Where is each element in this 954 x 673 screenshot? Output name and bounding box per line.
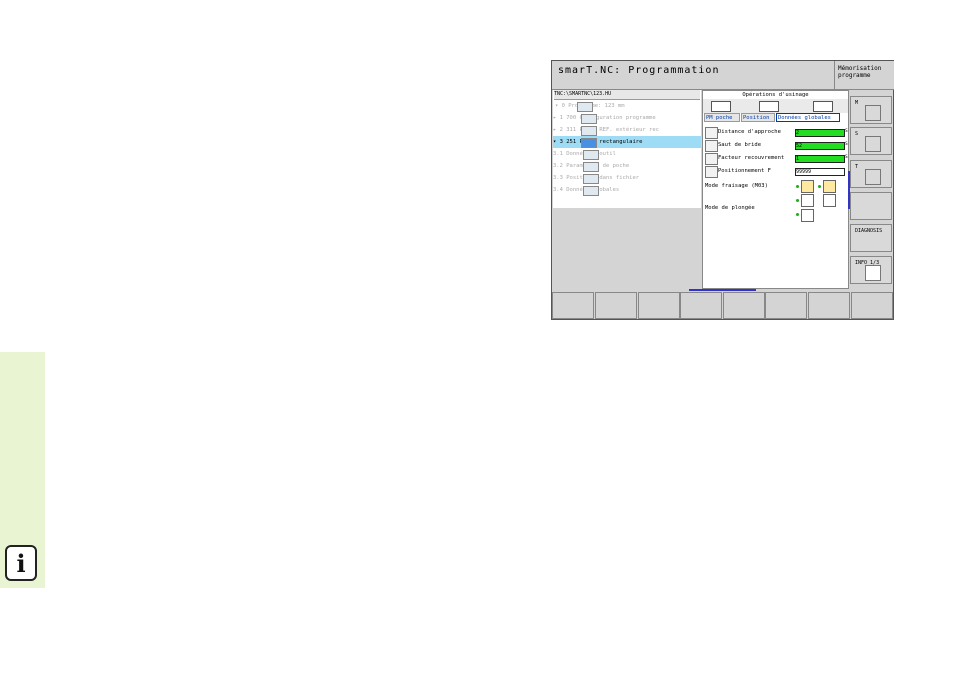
pocket-icon <box>581 138 597 148</box>
climb-radio[interactable] <box>796 185 799 188</box>
tree-row[interactable]: 3.4 Données globales <box>553 184 701 196</box>
softkey-m[interactable]: M <box>850 96 892 124</box>
tree-row[interactable]: ▸ 2 311 PT DE REF. extérieur rec <box>553 124 701 136</box>
tool-icon <box>583 150 599 160</box>
softkey-h8[interactable] <box>851 292 893 319</box>
positionnement-input[interactable]: 99999 <box>795 168 845 176</box>
tree-row[interactable]: ▸ 1 700 Configuration programme <box>553 112 701 124</box>
tnc-screen: smarT.NC: Programmation Mémorisation pro… <box>551 60 894 320</box>
operations-bar <box>703 99 848 113</box>
facteur-recouvrement-input[interactable]: 1 <box>795 155 845 163</box>
save-program-label: Mémorisation programme <box>838 65 882 79</box>
horizontal-scroll-indicator <box>689 289 756 291</box>
window-title: smarT.NC: Programmation <box>558 65 720 76</box>
positions-icon <box>583 174 599 184</box>
field-positionnement[interactable]: Positionnement F 99999 <box>703 165 848 178</box>
field-distance-approche[interactable]: Distance d'approche 2 S <box>703 126 848 139</box>
globe-icon <box>583 186 599 196</box>
pocket-params-icon <box>583 162 599 172</box>
operation-icon[interactable] <box>711 101 731 112</box>
softkey-info[interactable]: INFO 1/3 <box>850 256 892 284</box>
field-saut-bride[interactable]: Saut de bride 52 S <box>703 139 848 152</box>
field-facteur-recouvrement[interactable]: Facteur recouvrement 1 S <box>703 152 848 165</box>
overlap-icon <box>705 153 718 165</box>
softkey-h2[interactable] <box>595 292 637 319</box>
operation-icon[interactable] <box>813 101 833 112</box>
save-program-button[interactable]: Mémorisation programme <box>834 61 894 90</box>
spindle-speed-icon <box>865 136 881 152</box>
conventional-milling-icon[interactable] <box>823 180 836 193</box>
tool-call-icon <box>865 169 881 185</box>
probe-icon <box>581 126 597 136</box>
tree-row[interactable]: 3.1 Données d'outil <box>553 148 701 160</box>
softkey-h5[interactable] <box>723 292 765 319</box>
config-icon <box>581 114 597 124</box>
clearance-icon <box>705 140 718 152</box>
tree-row[interactable]: 3.2 Paramètres de poche <box>553 160 701 172</box>
program-icon <box>577 102 593 112</box>
spindle-icon <box>865 105 881 121</box>
diagnosis-icon <box>865 233 879 247</box>
mode-plongee-label: Mode de plongée <box>705 205 755 211</box>
feed-arrow-icon <box>705 166 718 178</box>
tab-position[interactable]: Position <box>741 113 775 122</box>
graphics-area <box>553 209 701 289</box>
distance-approche-input[interactable]: 2 <box>795 129 845 137</box>
info-icon-glyph: i <box>16 548 26 578</box>
form-tabs: PM poche Position Données globales <box>703 113 848 123</box>
softkey-s[interactable]: S <box>850 127 892 155</box>
vertical-plunge-icon[interactable] <box>801 209 814 222</box>
program-tree: TNC:\SMARTNC\123.HU ▾ 0 Programme: 123 m… <box>553 90 701 208</box>
operation-icon[interactable] <box>759 101 779 112</box>
vertical-radio[interactable] <box>796 213 799 216</box>
form-header: Opérations d'usinage <box>742 92 809 98</box>
climb-milling-icon[interactable] <box>801 180 814 193</box>
saut-bride-input[interactable]: 52 <box>795 142 845 150</box>
approach-icon <box>705 127 718 139</box>
softkey-t[interactable]: T <box>850 160 892 188</box>
info-sheet-icon <box>865 265 881 281</box>
info-icon: i <box>5 545 37 581</box>
softkey-h7[interactable] <box>808 292 850 319</box>
tree-row[interactable]: 3.3 Positions dans fichier <box>553 172 701 184</box>
tab-pm-poche[interactable]: PM poche <box>704 113 740 122</box>
horizontal-softkeys <box>552 292 893 319</box>
vertical-softkeys: M S T DIAGNOSIS INFO 1/3 <box>850 90 893 290</box>
parameter-form: Opérations d'usinage PM poche Position D… <box>702 90 849 289</box>
tree-row-active[interactable]: ▾ 3 251 Poche rectangulaire <box>553 136 701 148</box>
softkey-h4[interactable] <box>680 292 722 319</box>
softkey-blank[interactable] <box>850 192 892 220</box>
tree-row[interactable]: ▾ 0 Programme: 123 mm <box>553 100 701 112</box>
program-path: TNC:\SMARTNC\123.HU <box>554 90 700 100</box>
softkey-diagnosis[interactable]: DIAGNOSIS <box>850 224 892 252</box>
tab-donnees-globales[interactable]: Données globales <box>776 113 840 122</box>
softkey-h3[interactable] <box>638 292 680 319</box>
softkey-h1[interactable] <box>552 292 594 319</box>
title-bar: smarT.NC: Programmation <box>552 61 834 90</box>
softkey-h6[interactable] <box>765 292 807 319</box>
conventional-radio[interactable] <box>818 185 821 188</box>
